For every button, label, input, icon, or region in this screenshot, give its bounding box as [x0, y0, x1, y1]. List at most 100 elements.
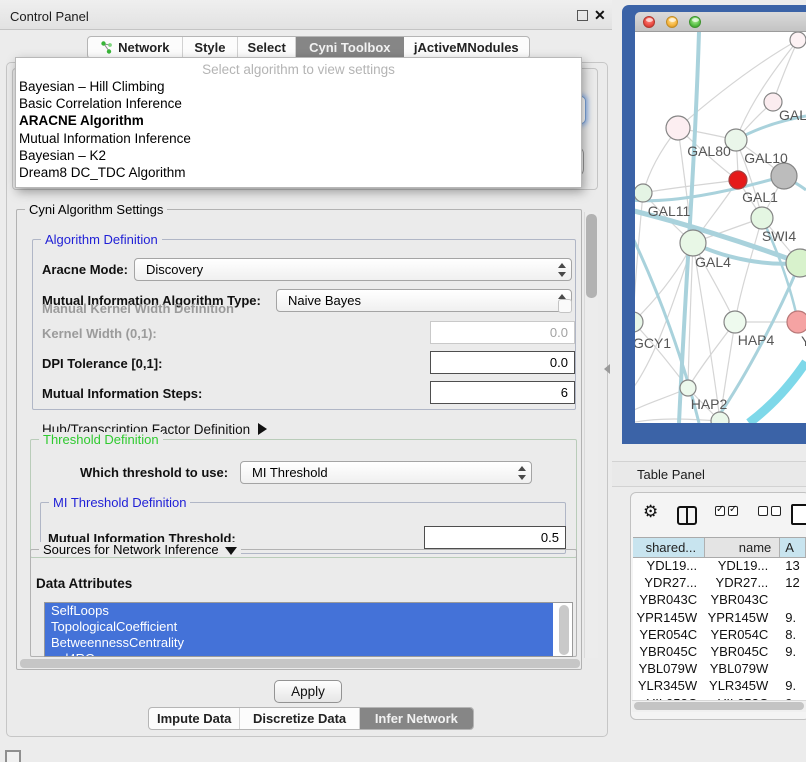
- svg-text:HAP2: HAP2: [691, 396, 728, 412]
- node-gal80[interactable]: [666, 116, 690, 140]
- dropdown-item[interactable]: Basic Correlation Inference: [16, 95, 581, 112]
- node-salmon[interactable]: [787, 311, 806, 333]
- mi-steps-label: Mutual Information Steps:: [42, 386, 202, 401]
- attribute-list-item[interactable]: BetweennessCentrality: [45, 635, 553, 651]
- dropdown-placeholder: Select algorithm to view settings: [16, 61, 581, 78]
- close-traffic-light-icon[interactable]: [643, 16, 655, 28]
- which-threshold-combo[interactable]: MI Threshold: [240, 461, 532, 484]
- aracne-mode-label: Aracne Mode:: [42, 262, 128, 277]
- collapse-down-icon: [225, 547, 237, 555]
- node-gal1[interactable]: [751, 207, 773, 229]
- dropdown-item[interactable]: ARACNE Algorithm: [16, 112, 581, 129]
- node-swi4[interactable]: [786, 249, 806, 277]
- table-row[interactable]: YBR043CYBR043C: [633, 592, 806, 609]
- svg-text:Y: Y: [801, 333, 806, 349]
- table-row[interactable]: YER054CYER054C8.: [633, 627, 806, 644]
- tab-style[interactable]: Style: [183, 37, 239, 58]
- tab-infer-network[interactable]: Infer Network: [360, 708, 473, 729]
- node-gcy1[interactable]: [635, 312, 643, 332]
- svg-text:GAL10: GAL10: [744, 150, 788, 166]
- svg-text:GAL11: GAL11: [648, 203, 691, 219]
- dropdown-item[interactable]: Dream8 DC_TDC Algorithm: [16, 164, 581, 181]
- svg-text:GCY1: GCY1: [635, 335, 671, 351]
- bottom-tabs: Impute Data Discretize Data Infer Networ…: [148, 707, 474, 730]
- select-all-icon[interactable]: [715, 506, 738, 516]
- minimized-panel-icon[interactable]: [5, 750, 21, 762]
- data-attributes-list[interactable]: SelfLoopsTopologicalCoefficientBetweenne…: [44, 602, 573, 657]
- mi-algorithm-type-combo[interactable]: Naive Bayes: [276, 289, 572, 312]
- close-icon[interactable]: ✕: [594, 7, 606, 24]
- sources-legend[interactable]: Sources for Network Inference: [39, 542, 241, 557]
- control-panel-titlebar[interactable]: [0, 0, 612, 30]
- table-row[interactable]: YBR045CYBR045C9.: [633, 644, 806, 661]
- mi-threshold-field[interactable]: 0.5: [424, 526, 566, 549]
- tab-cyni-toolbox[interactable]: Cyni Toolbox: [296, 37, 404, 58]
- node-gal11[interactable]: [635, 184, 652, 202]
- table-row[interactable]: YBL079WYBL079W: [633, 661, 806, 678]
- node-hap4[interactable]: [724, 311, 746, 333]
- node-red-selected[interactable]: [729, 171, 747, 189]
- column-header-partial[interactable]: A: [780, 538, 806, 557]
- svg-text:GAL80: GAL80: [687, 143, 731, 159]
- float-window-icon[interactable]: [577, 10, 588, 21]
- list-scrollbar[interactable]: [559, 605, 569, 655]
- settings-scrollbar-thumb[interactable]: [586, 214, 597, 298]
- column-header-name[interactable]: name: [705, 538, 780, 557]
- dpi-tolerance-field[interactable]: 0.0: [430, 351, 575, 374]
- attribute-list-item[interactable]: SelfLoops: [45, 603, 553, 619]
- svg-text:HAP4: HAP4: [738, 332, 775, 348]
- tab-select[interactable]: Select: [238, 37, 296, 58]
- dropdown-item[interactable]: Bayesian – K2: [16, 147, 581, 164]
- settings-hscrollbar-thumb[interactable]: [20, 659, 580, 668]
- node-top-partial[interactable]: [790, 32, 806, 48]
- tab-network[interactable]: Network: [88, 37, 183, 58]
- expand-right-icon: [258, 423, 267, 435]
- apply-button[interactable]: Apply: [274, 680, 342, 703]
- svg-text:SWI4: SWI4: [762, 228, 796, 244]
- manual-kernel-label: Manual Kernel Width Definition: [42, 301, 234, 316]
- network-icon: [100, 41, 113, 54]
- dropdown-item[interactable]: Bayesian – Hill Climbing: [16, 78, 581, 95]
- tab-discretize-data[interactable]: Discretize Data: [240, 708, 359, 729]
- node-bottom[interactable]: [711, 412, 729, 423]
- table-row[interactable]: YDR27...YDR27...12: [633, 575, 806, 592]
- table-row[interactable]: YLR345WYLR345W9.: [633, 678, 806, 695]
- mi-threshold-legend: MI Threshold Definition: [49, 495, 190, 510]
- tab-impute-data[interactable]: Impute Data: [149, 708, 240, 729]
- minimize-traffic-light-icon[interactable]: [666, 16, 678, 28]
- node-hap2[interactable]: [680, 380, 696, 396]
- splitter-collapse-icon[interactable]: [604, 364, 610, 374]
- threshold-definition-legend: Threshold Definition: [39, 432, 163, 447]
- manual-kernel-checkbox[interactable]: [558, 299, 572, 313]
- attribute-list-item[interactable]: gal4RGexp: [45, 651, 553, 657]
- control-panel-tabs: Network Style Select Cyni Toolbox jActiv…: [87, 36, 530, 59]
- dpi-tolerance-label: DPI Tolerance [0,1]:: [42, 356, 162, 371]
- mi-steps-field[interactable]: 6: [430, 381, 575, 404]
- attribute-list-item[interactable]: TopologicalCoefficient: [45, 619, 553, 635]
- node-gal4[interactable]: [680, 230, 706, 256]
- data-attributes-label: Data Attributes: [36, 576, 132, 591]
- dropdown-item[interactable]: Mutual Information Inference: [16, 130, 581, 147]
- columns-icon[interactable]: [677, 506, 697, 525]
- table-panel-title: Table Panel: [637, 467, 705, 482]
- tab-network-label: Network: [118, 40, 169, 55]
- table-row[interactable]: YDL19...YDL19...13: [633, 558, 806, 575]
- svg-text:GAL4: GAL4: [695, 254, 731, 270]
- node-gray[interactable]: [771, 163, 797, 189]
- table-doc-icon[interactable]: [791, 504, 806, 525]
- kernel-width-field[interactable]: 0.0: [430, 321, 575, 344]
- which-threshold-label: Which threshold to use:: [80, 465, 228, 480]
- algorithm-definition-legend: Algorithm Definition: [41, 232, 162, 247]
- deselect-all-icon[interactable]: [758, 506, 781, 516]
- attribute-table: shared... name A YDL19...YDL19...13YDR27…: [633, 537, 806, 700]
- zoom-traffic-light-icon[interactable]: [689, 16, 701, 28]
- table-hscrollbar-thumb[interactable]: [634, 702, 804, 710]
- table-row[interactable]: YPR145WYPR145W9.: [633, 610, 806, 627]
- column-header-shared-name[interactable]: shared...: [633, 538, 705, 557]
- tab-jactivemnodules[interactable]: jActiveMNodules: [404, 37, 529, 58]
- gear-icon[interactable]: ⚙: [643, 502, 658, 522]
- svg-text:GAL: GAL: [779, 107, 806, 123]
- network-window-titlebar[interactable]: [635, 12, 806, 32]
- aracne-mode-combo[interactable]: Discovery: [134, 258, 572, 281]
- network-canvas[interactable]: GAL GAL80 GAL10 GAL1 GAL11 SWI4 GAL4 GCY…: [635, 32, 806, 423]
